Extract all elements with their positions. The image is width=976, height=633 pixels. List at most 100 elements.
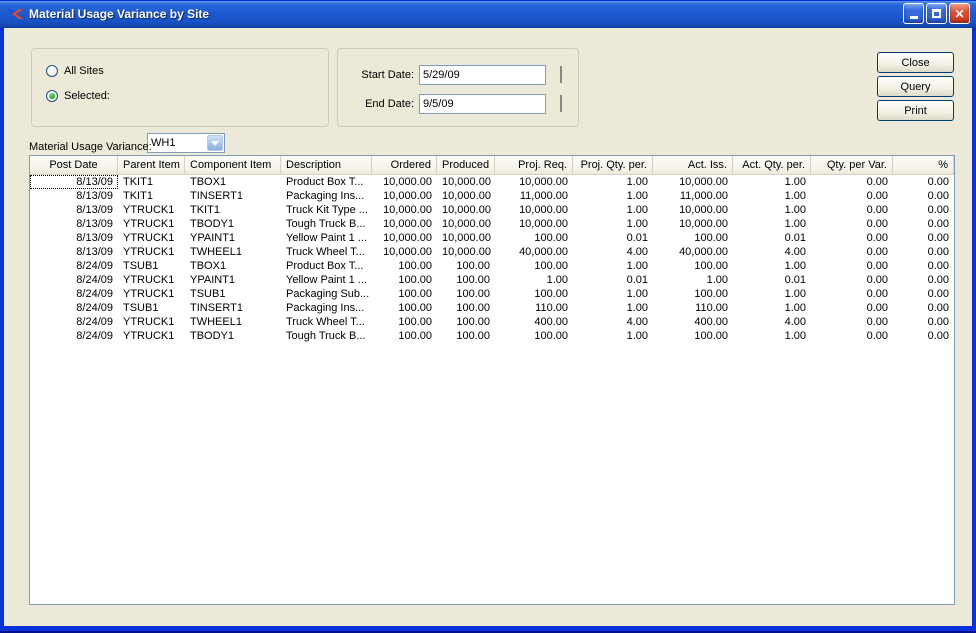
table-cell[interactable]: 100.00 (372, 273, 437, 287)
table-cell[interactable]: 0.00 (811, 203, 893, 217)
table-row[interactable]: 8/13/09 TKIT1 TBOX1 Product Box T... 10,000.… (30, 175, 954, 189)
table-cell[interactable]: 10,000.00 (372, 189, 437, 203)
table-cell[interactable]: 0.00 (893, 301, 954, 315)
table-cell[interactable]: Packaging Ins... (281, 189, 372, 203)
close-button[interactable]: Close (877, 52, 954, 73)
table-cell[interactable]: 100.00 (437, 329, 495, 343)
table-cell[interactable]: YTRUCK1 (118, 287, 185, 301)
table-cell[interactable]: 10,000.00 (495, 217, 573, 231)
table-cell[interactable]: 10,000.00 (495, 203, 573, 217)
table-cell[interactable]: YTRUCK1 (118, 203, 185, 217)
table-cell[interactable]: 0.00 (893, 273, 954, 287)
table-cell[interactable]: 0.00 (811, 231, 893, 245)
table-cell[interactable]: 8/24/09 (30, 273, 118, 287)
column-header-ordered[interactable]: Ordered (372, 156, 437, 174)
table-cell[interactable]: 0.00 (893, 315, 954, 329)
column-header-component-item[interactable]: Component Item (185, 156, 281, 174)
table-cell[interactable]: TINSERT1 (185, 301, 281, 315)
table-cell[interactable]: 100.00 (495, 231, 573, 245)
table-cell[interactable]: TKIT1 (185, 203, 281, 217)
table-cell[interactable]: 100.00 (437, 287, 495, 301)
table-cell[interactable]: 100.00 (653, 329, 733, 343)
table-cell[interactable]: Tough Truck B... (281, 329, 372, 343)
table-cell[interactable]: Yellow Paint 1 ... (281, 273, 372, 287)
table-cell[interactable]: 1.00 (733, 189, 811, 203)
table-cell[interactable]: 0.00 (893, 245, 954, 259)
table-cell[interactable]: 0.01 (733, 273, 811, 287)
table-cell[interactable]: TBOX1 (185, 175, 281, 189)
end-date-input[interactable] (419, 93, 546, 114)
table-cell[interactable]: 1.00 (733, 287, 811, 301)
table-cell[interactable]: 100.00 (372, 259, 437, 273)
table-cell[interactable]: TKIT1 (118, 175, 185, 189)
table-cell[interactable]: 0.00 (811, 189, 893, 203)
table-cell[interactable]: Packaging Ins... (281, 301, 372, 315)
table-row[interactable]: 8/24/09 YTRUCK1 YPAINT1 Yellow Paint 1 ... 1… (30, 273, 954, 287)
column-header-act-qty-per[interactable]: Act. Qty. per. (733, 156, 811, 174)
table-cell[interactable]: 100.00 (437, 273, 495, 287)
table-cell[interactable]: 4.00 (733, 245, 811, 259)
table-cell[interactable]: 1.00 (573, 329, 653, 343)
table-cell[interactable]: TWHEEL1 (185, 245, 281, 259)
table-cell[interactable]: 100.00 (653, 231, 733, 245)
table-cell[interactable]: 1.00 (573, 259, 653, 273)
table-cell[interactable]: 1.00 (573, 175, 653, 189)
table-cell[interactable]: 1.00 (495, 273, 573, 287)
table-cell[interactable]: 0.01 (573, 273, 653, 287)
table-cell[interactable]: Truck Wheel T... (281, 315, 372, 329)
table-cell[interactable]: TSUB1 (185, 287, 281, 301)
table-cell[interactable]: 0.00 (893, 217, 954, 231)
end-date-calendar-button[interactable] (549, 93, 572, 114)
table-cell[interactable]: 8/13/09 (30, 189, 118, 203)
table-cell[interactable]: 0.00 (893, 287, 954, 301)
table-cell[interactable]: TBOX1 (185, 259, 281, 273)
table-cell[interactable]: 110.00 (653, 301, 733, 315)
table-cell[interactable]: YTRUCK1 (118, 231, 185, 245)
column-header-act-iss[interactable]: Act. Iss. (653, 156, 733, 174)
table-cell[interactable]: YTRUCK1 (118, 217, 185, 231)
column-header-parent-item[interactable]: Parent Item (118, 156, 185, 174)
table-cell[interactable]: 0.01 (573, 231, 653, 245)
table-cell[interactable]: 0.00 (893, 203, 954, 217)
table-cell[interactable]: 8/24/09 (30, 301, 118, 315)
table-cell[interactable]: 10,000.00 (437, 189, 495, 203)
table-cell[interactable]: 0.00 (893, 231, 954, 245)
table-cell[interactable]: 10,000.00 (437, 175, 495, 189)
table-cell[interactable]: 100.00 (372, 287, 437, 301)
table-cell[interactable]: 8/24/09 (30, 287, 118, 301)
table-cell[interactable]: TSUB1 (118, 259, 185, 273)
table-cell[interactable]: 8/13/09 (30, 217, 118, 231)
selected-radio[interactable] (46, 90, 58, 102)
table-cell[interactable]: 400.00 (653, 315, 733, 329)
table-cell[interactable]: 8/24/09 (30, 329, 118, 343)
table-cell[interactable]: TINSERT1 (185, 189, 281, 203)
table-cell[interactable]: 40,000.00 (653, 245, 733, 259)
table-row[interactable]: 8/13/09 YTRUCK1 TKIT1 Truck Kit Type ... 10,… (30, 203, 954, 217)
table-cell[interactable]: 110.00 (495, 301, 573, 315)
table-cell[interactable]: 100.00 (437, 259, 495, 273)
table-cell[interactable]: Tough Truck B... (281, 217, 372, 231)
table-cell[interactable]: Product Box T... (281, 259, 372, 273)
table-cell[interactable]: 8/13/09 (30, 175, 118, 189)
site-combobox-dropdown-button[interactable] (207, 135, 223, 151)
table-cell[interactable]: YTRUCK1 (118, 329, 185, 343)
table-cell[interactable]: 11,000.00 (495, 189, 573, 203)
table-cell[interactable]: TBODY1 (185, 217, 281, 231)
table-cell[interactable]: 10,000.00 (495, 175, 573, 189)
table-cell[interactable]: 1.00 (733, 175, 811, 189)
table-cell[interactable]: 40,000.00 (495, 245, 573, 259)
all-sites-option[interactable]: All Sites (46, 64, 104, 78)
table-cell[interactable]: 0.00 (811, 315, 893, 329)
column-header-qty-per-var[interactable]: Qty. per Var. (811, 156, 893, 174)
table-cell[interactable]: YTRUCK1 (118, 245, 185, 259)
table-cell[interactable]: 100.00 (653, 287, 733, 301)
table-cell[interactable]: 0.00 (811, 217, 893, 231)
table-cell[interactable]: 10,000.00 (437, 245, 495, 259)
table-cell[interactable]: 100.00 (437, 315, 495, 329)
table-cell[interactable]: 100.00 (495, 287, 573, 301)
table-cell[interactable]: 10,000.00 (372, 231, 437, 245)
table-cell[interactable]: TWHEEL1 (185, 315, 281, 329)
start-date-calendar-button[interactable] (549, 64, 572, 85)
table-cell[interactable]: 10,000.00 (372, 245, 437, 259)
print-button[interactable]: Print (877, 100, 954, 121)
